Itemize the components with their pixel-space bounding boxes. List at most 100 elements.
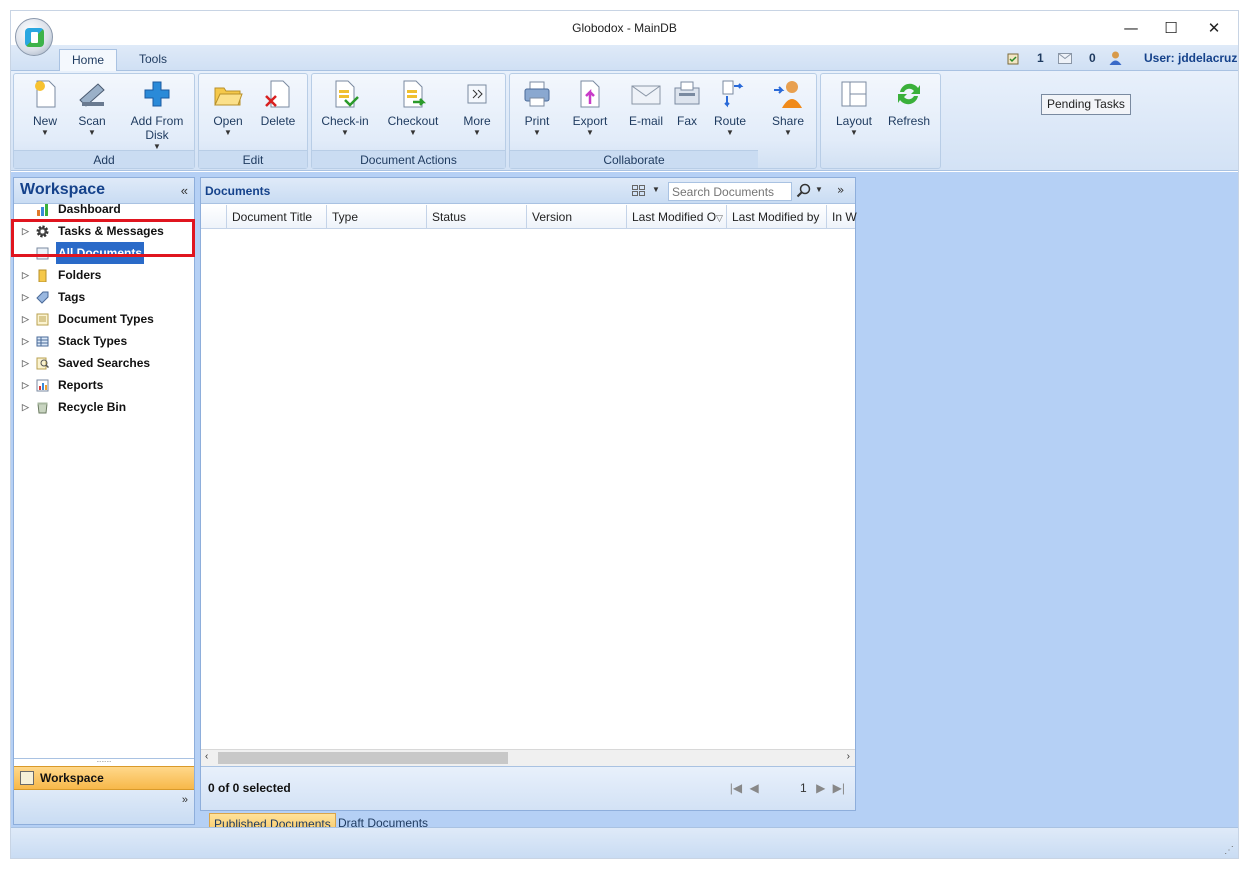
expand-arrow-icon[interactable]: ▷ <box>22 264 29 286</box>
maximize-button[interactable]: ☐ <box>1156 17 1186 39</box>
tree-item-document-types[interactable]: ▷ Document Types <box>14 308 194 330</box>
tree-item-label: Saved Searches <box>58 356 151 370</box>
delete-document-icon <box>265 80 290 108</box>
highlight-annotation <box>11 219 195 257</box>
expand-arrow-icon[interactable]: ▷ <box>22 374 29 396</box>
share-button[interactable]: Share ▼ <box>763 78 813 138</box>
scroll-left-icon[interactable]: ‹ <box>205 751 208 762</box>
layout-button[interactable]: Layout ▼ <box>829 78 879 138</box>
open-button[interactable]: Open ▼ <box>203 78 253 138</box>
add-from-disk-button[interactable]: Add From Disk ▼ <box>126 78 188 152</box>
column-header-last-modified-by[interactable]: Last Modified by <box>726 205 826 229</box>
dropdown-arrow-icon: ▼ <box>533 128 541 137</box>
refresh-button[interactable]: Refresh <box>884 78 934 128</box>
tree-item-label: Reports <box>58 378 104 392</box>
tree-item-tags[interactable]: ▷ Tags <box>14 286 194 308</box>
search-options-arrow-icon[interactable]: ▼ <box>815 185 823 194</box>
tree-item-recycle-bin[interactable]: ▷ Recycle Bin <box>14 396 194 418</box>
minimize-button[interactable]: — <box>1116 17 1146 39</box>
delete-button[interactable]: Delete <box>253 78 303 128</box>
splitter-grip[interactable]: ......... <box>14 758 194 764</box>
ribbon-tabbar: Home Tools 1 0 User: jddelacruz <box>11 45 1238 71</box>
documents-header: Documents ▼ ▼ » <box>201 178 855 204</box>
workspace-nav-button[interactable]: Workspace <box>14 766 194 790</box>
app-logo-icon <box>25 28 44 47</box>
scrollbar-thumb[interactable] <box>218 752 508 764</box>
checkout-icon <box>403 80 427 108</box>
view-grid-icon[interactable] <box>632 185 646 197</box>
scroll-right-icon[interactable]: › <box>847 751 850 762</box>
export-icon <box>580 80 600 108</box>
tree-item-reports[interactable]: ▷ Reports <box>14 374 194 396</box>
pending-tasks-button[interactable]: Pending Tasks <box>1041 94 1131 115</box>
tree-item-label: Recycle Bin <box>58 400 127 414</box>
route-icon <box>722 80 744 108</box>
tag-icon <box>36 291 49 304</box>
ribbon: New ▼ Scan ▼ Add From Disk ▼ Add Open ▼ <box>11 71 1238 171</box>
expand-options-icon[interactable]: » <box>837 183 844 197</box>
tree-item-folders[interactable]: ▷ Folders <box>14 264 194 286</box>
more-chevron-icon <box>467 84 487 104</box>
export-button[interactable]: Export ▼ <box>565 78 615 138</box>
workspace-footer: » <box>14 790 194 824</box>
previous-page-icon[interactable]: ◀ <box>749 781 758 795</box>
mail-icon[interactable] <box>1058 53 1072 64</box>
first-page-icon[interactable]: |◀ <box>730 781 742 795</box>
view-dropdown-arrow-icon[interactable]: ▼ <box>652 185 660 194</box>
group-label-document-actions: Document Actions <box>312 150 505 168</box>
tree-item-stack-types[interactable]: ▷ Stack Types <box>14 330 194 352</box>
tab-tools[interactable]: Tools <box>127 49 179 71</box>
column-header-last-modified-on[interactable]: Last Modified O▽ <box>626 205 726 229</box>
tasks-clipboard-icon[interactable] <box>1007 52 1019 65</box>
expand-arrow-icon[interactable]: ▷ <box>22 330 29 352</box>
open-label: Open <box>213 114 243 128</box>
tree-item-saved-searches[interactable]: ▷ Saved Searches <box>14 352 194 374</box>
expand-arrow-icon[interactable]: ▷ <box>22 286 29 308</box>
checkout-button[interactable]: Checkout ▼ <box>384 78 442 138</box>
new-label: New <box>32 114 57 128</box>
application-menu-button[interactable] <box>15 18 53 56</box>
new-button[interactable]: New ▼ <box>20 78 70 138</box>
next-page-icon[interactable]: ▶ <box>816 781 825 795</box>
column-header-version[interactable]: Version <box>526 205 626 229</box>
horizontal-scrollbar[interactable]: ‹ › <box>201 749 855 766</box>
route-button[interactable]: Route ▼ <box>705 78 755 138</box>
refresh-icon <box>898 83 920 105</box>
search-documents-input[interactable] <box>668 182 792 201</box>
expand-arrow-icon[interactable]: ▷ <box>22 308 29 330</box>
tab-home[interactable]: Home <box>59 49 118 71</box>
column-header-type[interactable]: Type <box>326 205 426 229</box>
row-selector-header <box>201 205 226 229</box>
report-icon <box>36 379 49 392</box>
column-header-in-workflow[interactable]: In W <box>826 205 857 229</box>
column-header-document-title[interactable]: Document Title <box>226 205 326 229</box>
tree-item-dashboard[interactable]: Dashboard <box>14 198 194 220</box>
collapse-pane-icon[interactable]: « <box>181 183 188 198</box>
more-button[interactable]: More ▼ <box>452 78 502 138</box>
close-button[interactable]: ✕ <box>1199 17 1229 39</box>
page-number: 1 <box>800 781 807 795</box>
expand-arrow-icon[interactable]: ▷ <box>22 352 29 374</box>
dashboard-chart-icon <box>37 204 48 216</box>
scan-button[interactable]: Scan ▼ <box>67 78 117 138</box>
dropdown-arrow-icon: ▼ <box>341 128 349 137</box>
dropdown-arrow-icon: ▼ <box>224 128 232 137</box>
stack-type-icon <box>36 336 49 347</box>
ribbon-group-view: Layout ▼ Refresh <box>820 73 941 169</box>
user-icon <box>1109 51 1122 65</box>
workspace-title: Workspace <box>20 181 106 198</box>
resize-grip-icon[interactable]: ⋰ <box>1224 845 1234 856</box>
column-header-status[interactable]: Status <box>426 205 526 229</box>
scanner-icon <box>79 83 105 107</box>
tree-item-label: Dashboard <box>58 202 121 216</box>
search-icon[interactable] <box>796 183 812 199</box>
expand-arrow-icon[interactable]: ▷ <box>22 396 29 418</box>
checkin-button[interactable]: Check-in ▼ <box>320 78 370 138</box>
email-label: E-mail <box>628 114 663 128</box>
overflow-chevron-icon[interactable]: » <box>182 794 188 806</box>
dropdown-arrow-icon: ▼ <box>784 128 792 137</box>
column-header-label: Last Modified O <box>632 210 717 224</box>
print-button[interactable]: Print ▼ <box>512 78 562 138</box>
last-page-icon[interactable]: ▶| <box>833 781 845 795</box>
checkin-icon <box>335 80 359 108</box>
